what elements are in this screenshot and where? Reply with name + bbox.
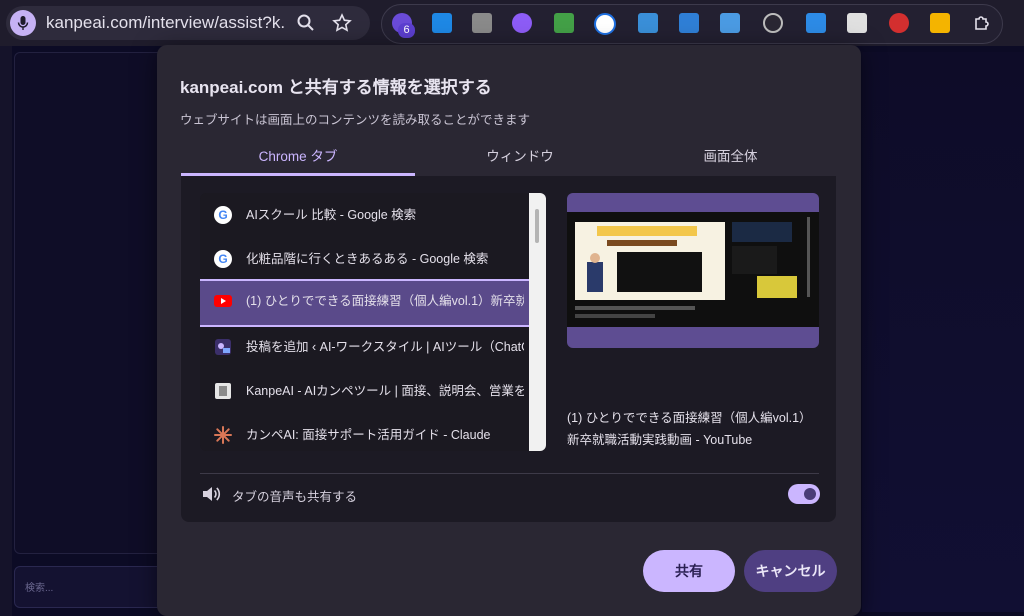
dialog-title: kanpeai.com と共有する情報を選択する — [180, 78, 492, 97]
browser-toolbar: kanpeai.com/interview/assist?k... 6 — [0, 0, 1024, 46]
tab-list-item[interactable]: KanpeAI - AIカンペツール | 面接、説明会、営業をサポート — [200, 369, 529, 413]
tab-list-item[interactable]: G AIスクール 比較 - Google 検索 — [200, 193, 529, 237]
tab-chrome-tabs[interactable]: Chrome タブ — [181, 142, 415, 176]
bookmark-star-icon[interactable] — [332, 13, 352, 33]
svg-text:G: G — [218, 208, 227, 222]
background-panel — [14, 52, 166, 554]
tab-list-item-label: AIスクール 比較 - Google 検索 — [246, 208, 417, 222]
extension-grid-icon[interactable] — [930, 13, 950, 33]
extension-s-icon[interactable] — [432, 13, 452, 33]
tab-list-item-selected[interactable]: (1) ひとりでできる面接練習（個人編vol.1）新卒就職活動実践動画 - Yo… — [200, 279, 529, 327]
speaker-icon — [203, 487, 221, 501]
dialog-subtitle: ウェブサイトは画面上のコンテンツを読み取ることができます — [180, 113, 531, 127]
share-source-tabs: Chrome タブ ウィンドウ 画面全体 — [181, 142, 836, 176]
extensions-puzzle-icon[interactable] — [972, 13, 992, 33]
scrollbar-thumb[interactable] — [535, 209, 539, 243]
extension-edit-icon[interactable] — [847, 13, 867, 33]
background-search-placeholder: 検索... — [25, 583, 54, 594]
share-button[interactable]: 共有 — [643, 550, 735, 592]
google-icon: G — [214, 250, 232, 268]
extension-translate-icon[interactable] — [594, 13, 616, 35]
extension-r-icon[interactable] — [472, 13, 492, 33]
tab-list: G AIスクール 比較 - Google 検索 G 化粧品階に行くときあるある … — [200, 193, 546, 451]
youtube-icon — [214, 295, 232, 307]
tab-entire-screen[interactable]: 画面全体 — [625, 142, 836, 176]
compass-icon[interactable] — [763, 13, 783, 33]
extension-seo-icon[interactable] — [889, 13, 909, 33]
background-right-area — [862, 52, 1024, 612]
tab-list-item-label: 化粧品階に行くときあるある - Google 検索 — [246, 252, 489, 266]
extensions-bar — [381, 4, 1003, 44]
preview-screen — [567, 212, 819, 327]
share-audio-label: タブの音声も共有する — [232, 490, 358, 504]
kanpeai-icon — [215, 383, 231, 399]
extension-gear-icon[interactable] — [512, 13, 532, 33]
screen-share-dialog: kanpeai.com と共有する情報を選択する ウェブサイトは画面上のコンテン… — [157, 45, 861, 616]
url-text[interactable]: kanpeai.com/interview/assist?k... — [46, 6, 286, 40]
site-icon — [215, 339, 231, 355]
background-sidebar — [0, 46, 12, 616]
claude-icon — [214, 426, 232, 444]
tab-list-item[interactable]: カンペAI: 面接サポート活用ガイド - Claude — [200, 413, 529, 451]
tab-list-item-label: 投稿を追加 ‹ AI-ワークスタイル | AIツール（ChatGPT — [246, 340, 524, 354]
extension-page-icon[interactable] — [720, 13, 740, 33]
svg-text:G: G — [218, 252, 227, 266]
google-icon: G — [214, 206, 232, 224]
tab-list-item-label: KanpeAI - AIカンペツール | 面接、説明会、営業をサポート — [246, 384, 524, 398]
extension-doc-icon[interactable] — [679, 13, 699, 33]
tab-list-item-label: (1) ひとりでできる面接練習（個人編vol.1）新卒就職活動実践動画 - Yo… — [246, 294, 524, 308]
share-audio-toggle[interactable] — [788, 484, 820, 504]
tab-list-item[interactable]: G 化粧品階に行くときあるある - Google 検索 — [200, 237, 529, 281]
extension-sheet-icon[interactable] — [554, 13, 574, 33]
share-content-panel: G AIスクール 比較 - Google 検索 G 化粧品階に行くときあるある … — [181, 176, 836, 522]
audio-divider — [200, 473, 819, 474]
microphone-icon[interactable] — [10, 10, 36, 36]
tab-list-item[interactable]: 投稿を追加 ‹ AI-ワークスタイル | AIツール（ChatGPT — [200, 325, 529, 369]
tab-list-scrollbar[interactable] — [529, 193, 546, 451]
preview-video-image — [567, 212, 819, 327]
tab-window[interactable]: ウィンドウ — [415, 142, 625, 176]
address-bar[interactable]: kanpeai.com/interview/assist?k... — [6, 6, 370, 40]
tab-preview-thumbnail — [567, 193, 819, 348]
extension-copy-icon[interactable] — [806, 13, 826, 33]
toggle-knob — [804, 488, 816, 500]
tab-list-item-label: カンペAI: 面接サポート活用ガイド - Claude — [246, 428, 491, 442]
extension-tab-icon[interactable] — [638, 13, 658, 33]
extension-count-badge: 6 — [398, 23, 415, 38]
cancel-button[interactable]: キャンセル — [744, 550, 837, 592]
search-zoom-icon[interactable] — [296, 13, 316, 33]
background-search-box[interactable]: 検索... — [14, 566, 166, 608]
preview-caption: (1) ひとりでできる面接練習（個人編vol.1）新卒就職活動実践動画 - Yo… — [567, 411, 812, 447]
